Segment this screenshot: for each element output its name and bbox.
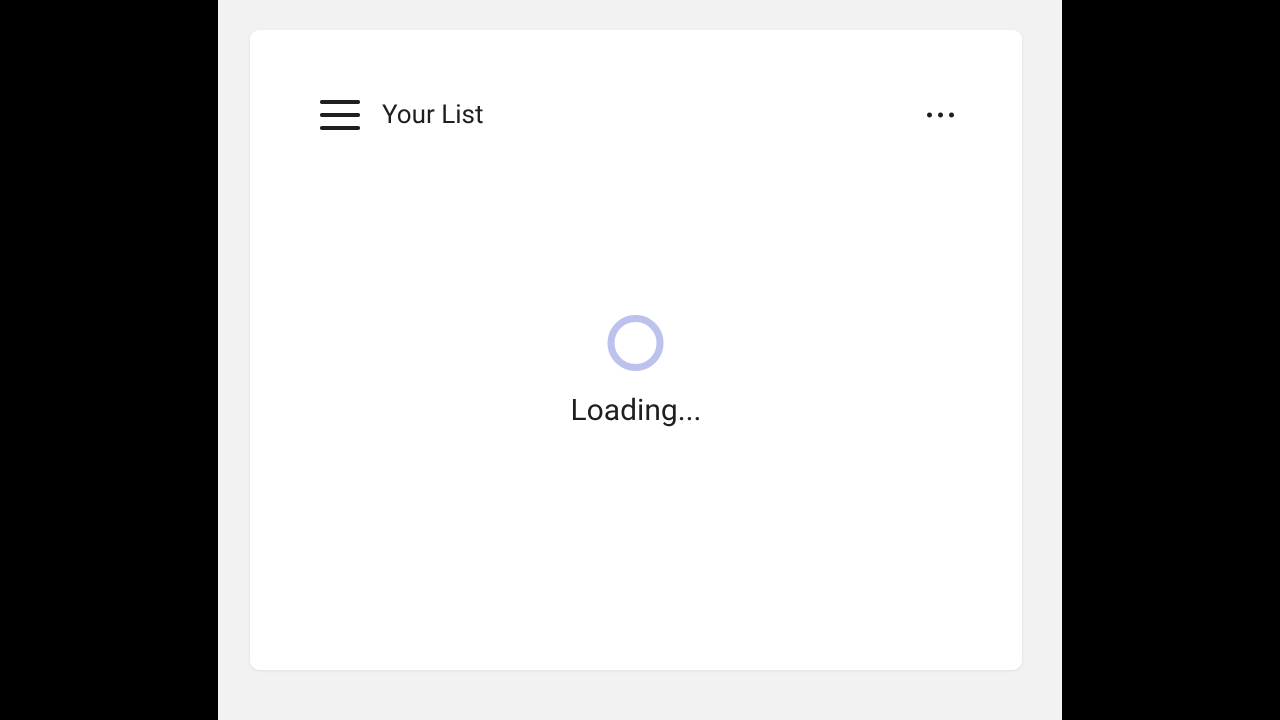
hamburger-line xyxy=(320,126,360,130)
dot xyxy=(938,113,943,118)
hamburger-line xyxy=(320,100,360,104)
hamburger-line xyxy=(320,113,360,117)
dot xyxy=(927,113,932,118)
loading-indicator: Loading... xyxy=(571,315,702,428)
app-viewport: Your List Loading... xyxy=(218,0,1062,720)
dot xyxy=(949,113,954,118)
more-options-icon[interactable] xyxy=(919,105,962,126)
main-card: Your List Loading... xyxy=(250,30,1022,670)
spinner-icon xyxy=(608,315,664,371)
card-header: Your List xyxy=(250,85,1022,145)
page-title: Your List xyxy=(382,100,483,130)
loading-label: Loading... xyxy=(571,393,702,428)
hamburger-menu-icon[interactable] xyxy=(320,100,360,130)
